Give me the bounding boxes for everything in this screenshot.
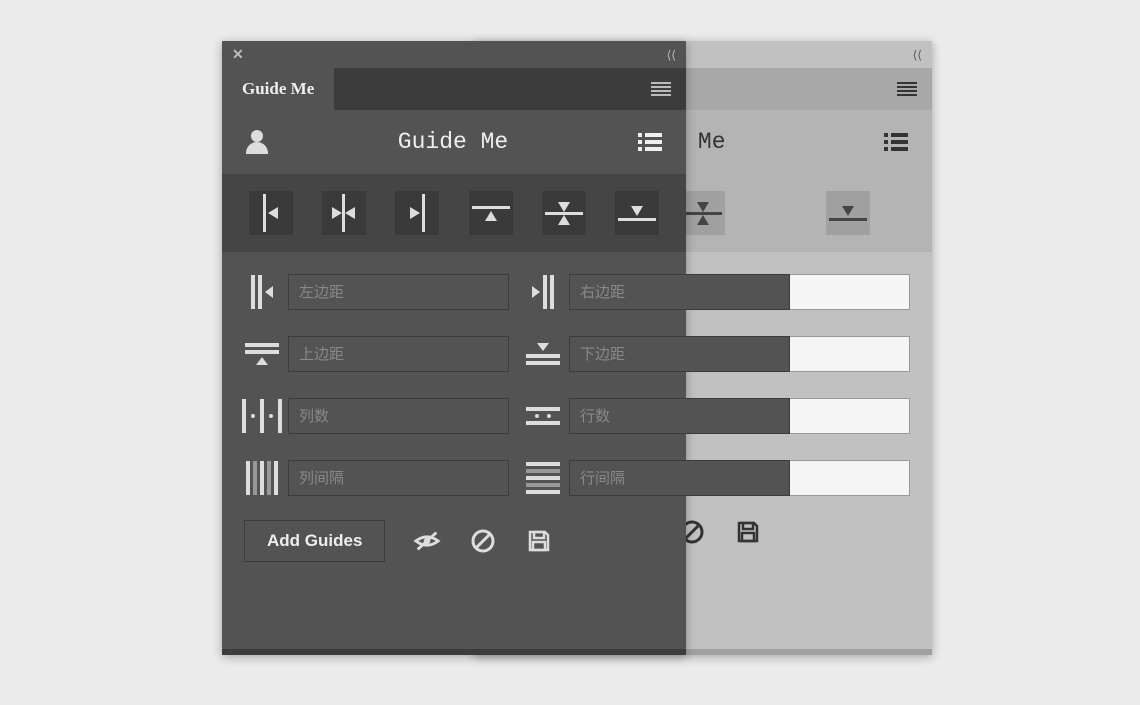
right-margin-field	[525, 274, 790, 310]
columns-icon	[244, 398, 280, 434]
right-margin-input[interactable]	[569, 274, 790, 310]
align-bottom-button[interactable]	[826, 191, 870, 235]
rows-field	[525, 398, 790, 434]
bottom-margin-icon	[525, 336, 561, 372]
align-toolbar	[222, 174, 686, 252]
row-gap-icon	[525, 460, 561, 496]
align-bottom-button[interactable]	[615, 191, 659, 235]
top-margin-icon	[244, 336, 280, 372]
titlebar: ✕ ⟨⟨	[222, 41, 686, 68]
top-margin-field	[244, 336, 509, 372]
align-top-button[interactable]	[469, 191, 513, 235]
close-icon[interactable]: ✕	[232, 46, 244, 63]
bottom-margin-input[interactable]	[569, 336, 790, 372]
action-row: Add Guides	[222, 496, 686, 586]
save-icon[interactable]	[525, 529, 553, 553]
row-gap-input[interactable]	[569, 460, 790, 496]
fields-grid	[222, 252, 686, 496]
collapse-icon[interactable]: ⟨⟨	[913, 48, 922, 62]
align-left-button[interactable]	[249, 191, 293, 235]
column-gap-field	[244, 460, 509, 496]
left-margin-field	[244, 274, 509, 310]
columns-input[interactable]	[288, 398, 509, 434]
align-vcenter-button[interactable]	[542, 191, 586, 235]
align-right-button[interactable]	[395, 191, 439, 235]
top-margin-input[interactable]	[288, 336, 509, 372]
list-icon[interactable]	[884, 133, 908, 151]
column-gap-icon	[244, 460, 280, 496]
tab-bar: Guide Me	[222, 68, 686, 110]
user-icon[interactable]	[246, 130, 268, 154]
header-row: Guide Me	[222, 110, 686, 174]
left-margin-icon	[244, 274, 280, 310]
menu-icon[interactable]	[651, 82, 671, 96]
list-icon[interactable]	[638, 133, 662, 151]
panel-footer	[222, 649, 686, 655]
right-margin-icon	[525, 274, 561, 310]
align-vcenter-button[interactable]	[681, 191, 725, 235]
menu-icon[interactable]	[897, 82, 917, 96]
align-hcenter-button[interactable]	[322, 191, 366, 235]
panel-dark: ✕ ⟨⟨ Guide Me Guide Me	[222, 41, 686, 655]
rows-icon	[525, 398, 561, 434]
columns-field	[244, 398, 509, 434]
tab-guide-me[interactable]: Guide Me	[222, 68, 334, 110]
collapse-icon[interactable]: ⟨⟨	[667, 48, 676, 62]
hide-icon[interactable]	[413, 529, 441, 553]
clear-icon[interactable]	[469, 529, 497, 553]
bottom-margin-field	[525, 336, 790, 372]
add-guides-button[interactable]: Add Guides	[244, 520, 385, 562]
save-icon[interactable]	[734, 520, 762, 544]
row-gap-field	[525, 460, 790, 496]
rows-input[interactable]	[569, 398, 790, 434]
column-gap-input[interactable]	[288, 460, 509, 496]
left-margin-input[interactable]	[288, 274, 509, 310]
panel-title: Guide Me	[268, 129, 638, 155]
